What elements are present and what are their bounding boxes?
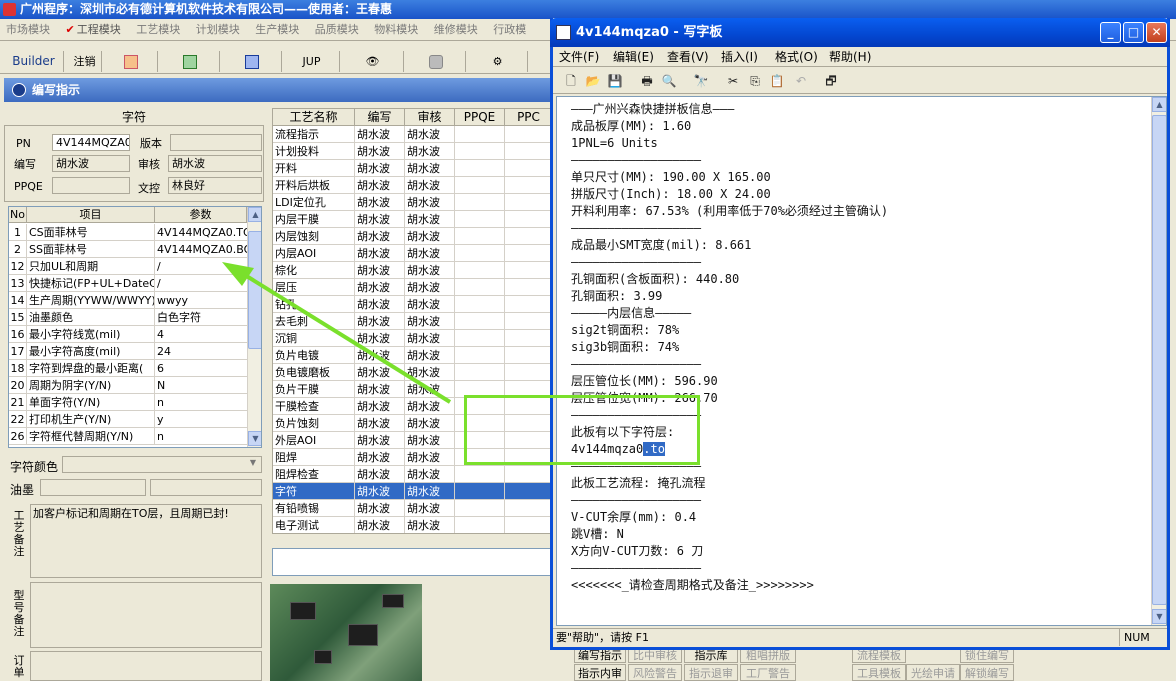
annotation-arrow <box>222 262 452 404</box>
arrow-line <box>238 270 452 404</box>
arrow-head <box>222 262 254 286</box>
